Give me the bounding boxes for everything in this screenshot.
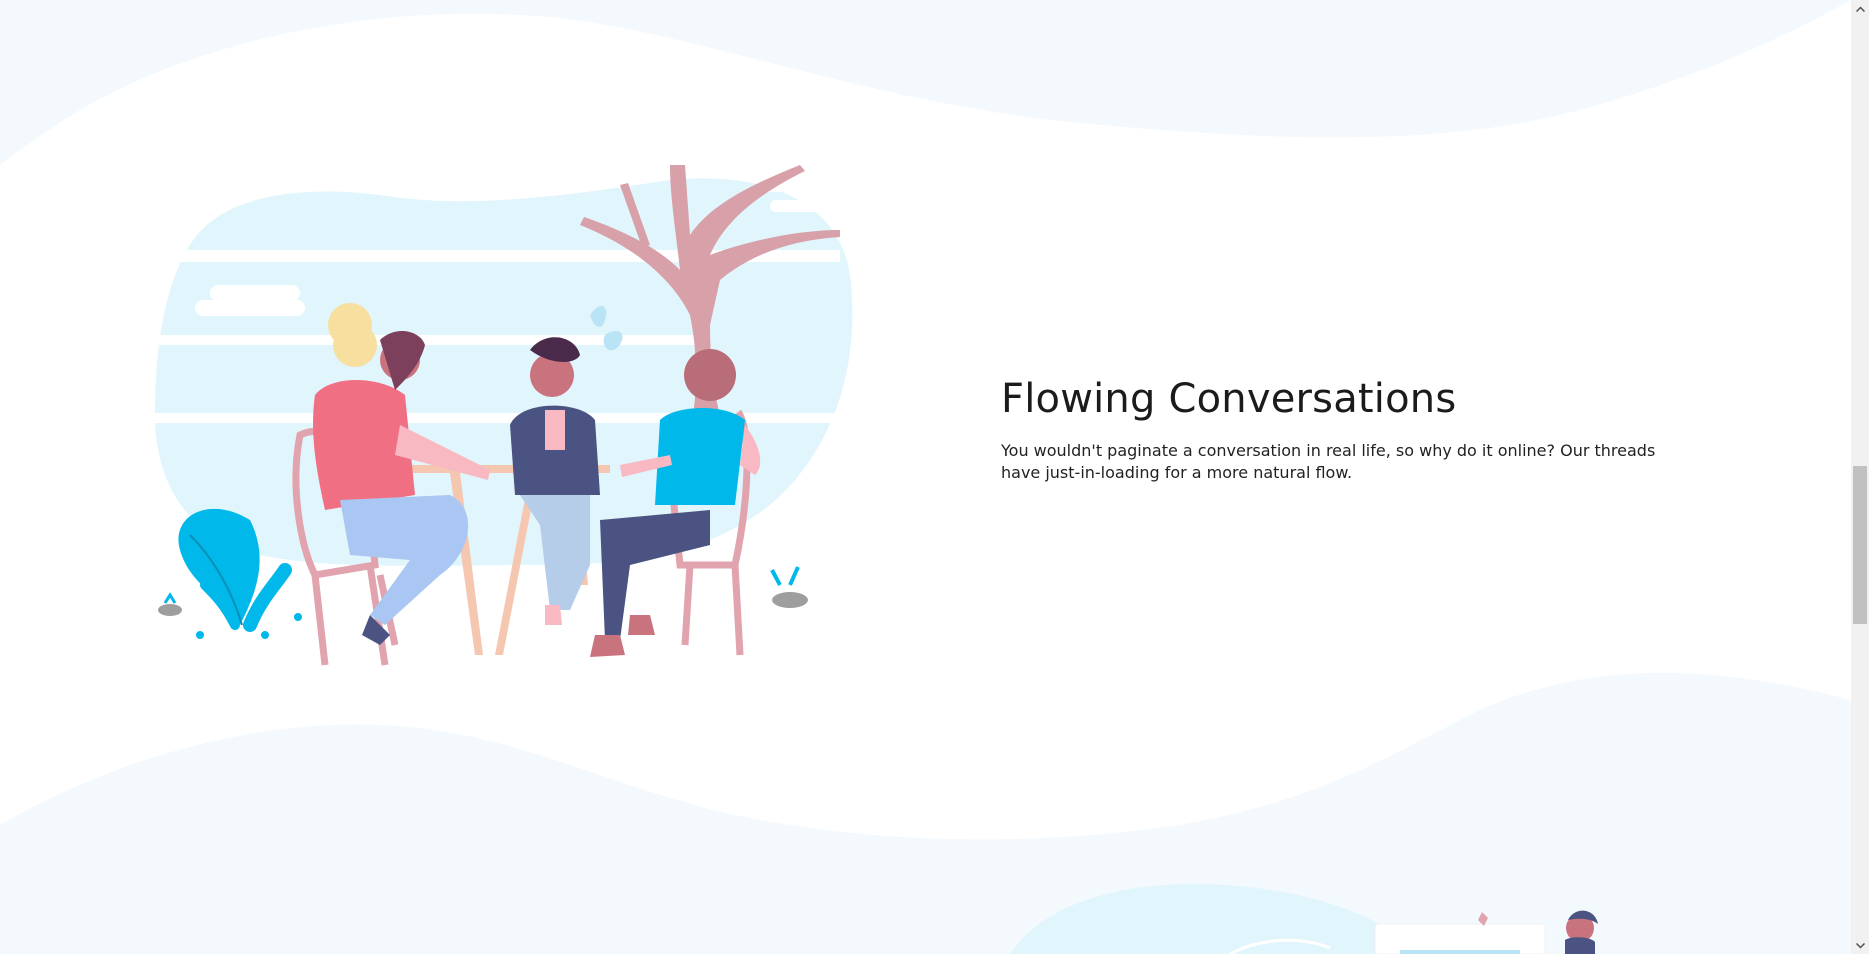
scroll-down-arrow-icon[interactable] bbox=[1851, 937, 1869, 954]
feature-description: You wouldn't paginate a conversation in … bbox=[1001, 441, 1656, 482]
feature-title: Flowing Conversations bbox=[1001, 376, 1457, 422]
vertical-scrollbar[interactable] bbox=[1851, 0, 1869, 954]
scrollbar-thumb[interactable] bbox=[1853, 466, 1867, 624]
scroll-up-arrow-icon[interactable] bbox=[1851, 0, 1869, 17]
feature-text-block: Flowing Conversations You wouldn't pagin… bbox=[1001, 372, 1701, 484]
next-feature-illustration bbox=[1010, 883, 1598, 954]
page-viewport: Flowing Conversations You wouldn't pagin… bbox=[0, 0, 1851, 954]
top-wave-background bbox=[0, 0, 1851, 165]
people-conversing-at-table-illustration bbox=[150, 165, 853, 666]
